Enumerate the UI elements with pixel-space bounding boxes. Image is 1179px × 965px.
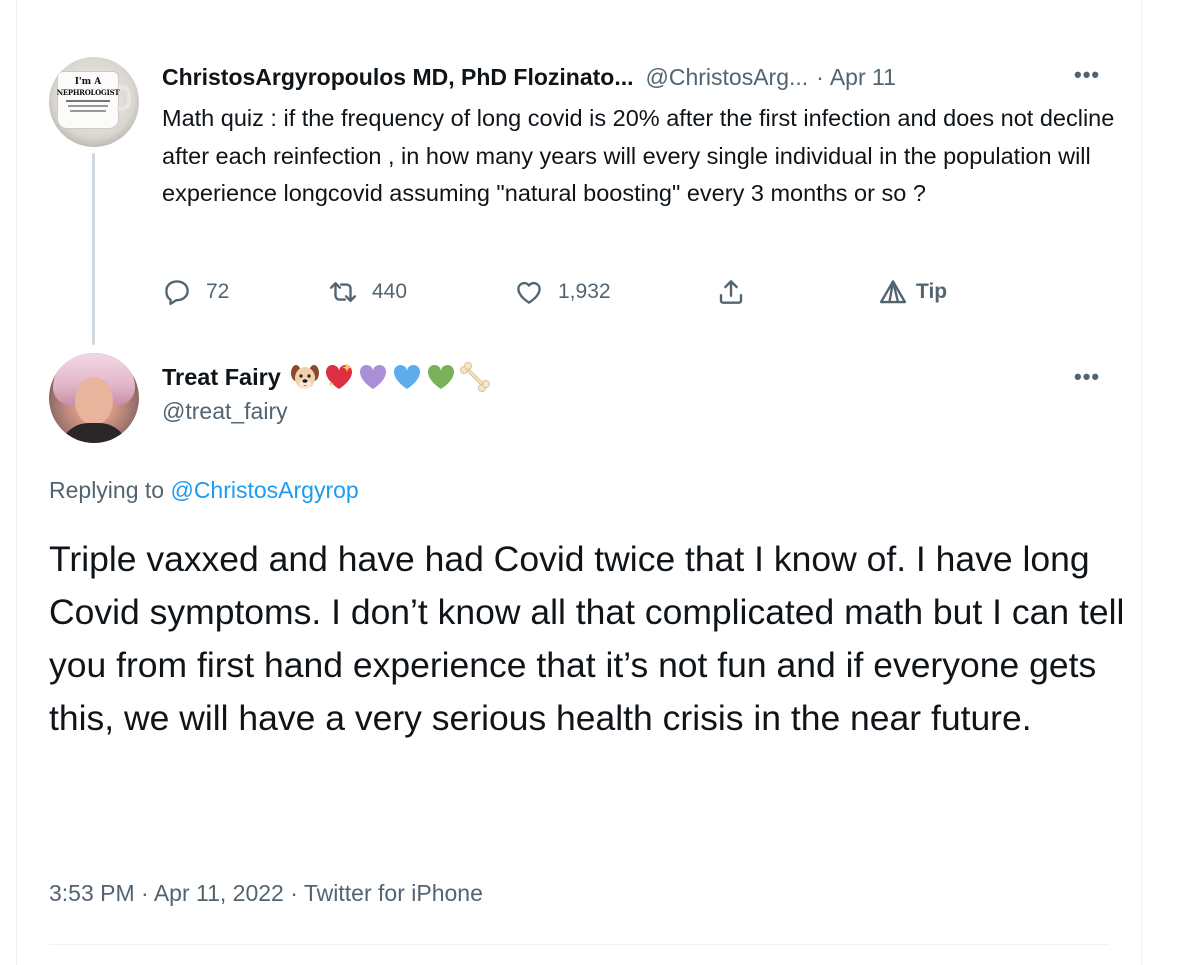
parent-tweet-header: ChristosArgyropoulos MD, PhD Flozinato..… — [162, 60, 896, 94]
heart-icon — [517, 281, 541, 304]
replying-to-mention[interactable]: @ChristosArgyrop — [170, 477, 358, 503]
retweet-button[interactable]: 440 — [328, 274, 407, 310]
tweet-source[interactable]: Twitter for iPhone — [304, 880, 483, 906]
name-emojis — [289, 361, 491, 393]
retweet-count: 440 — [372, 280, 408, 303]
reply-author-handle[interactable]: @treat_fairy — [162, 398, 288, 425]
bone-icon — [459, 362, 490, 392]
tweet-date[interactable]: Apr 11, 2022 — [154, 880, 284, 906]
header-separator: · — [816, 63, 824, 90]
like-button[interactable]: 1,932 — [514, 274, 611, 310]
meta-separator: · — [290, 880, 298, 906]
reply-button[interactable]: 72 — [162, 274, 229, 310]
replying-to-prefix: Replying to — [49, 477, 165, 503]
like-count: 1,932 — [558, 280, 611, 303]
parent-tweet-date[interactable]: Apr 11 — [830, 64, 896, 91]
reply-avatar[interactable] — [49, 353, 139, 443]
thread-connector-line — [92, 153, 95, 345]
meta-separator: · — [141, 880, 149, 906]
parent-tweet-text: Math quiz : if the frequency of long cov… — [162, 105, 1115, 206]
tweet-metadata: 3:53 PM · Apr 11, 2022 · Twitter for iPh… — [49, 880, 483, 907]
tweet-time[interactable]: 3:53 PM — [49, 880, 135, 906]
column-border-left — [16, 0, 17, 965]
mug-text-line-2: NEPHROLOGIST — [56, 88, 120, 97]
sparkling-heart-icon — [325, 363, 352, 389]
reply-author-name[interactable]: Treat Fairy — [162, 364, 281, 391]
share-button[interactable] — [716, 274, 746, 310]
share-icon — [719, 280, 743, 304]
tweet-thread: I'm A NEPHROLOGIST ChristosArgyropoulos … — [0, 0, 1179, 965]
purple-heart-icon — [359, 364, 386, 389]
more-horizontal-icon[interactable]: ••• — [1074, 364, 1100, 390]
blue-heart-icon — [393, 364, 420, 389]
replying-to-line: Replying to @ChristosArgyrop — [49, 477, 359, 504]
parent-author-handle[interactable]: @ChristosArg... — [646, 64, 809, 91]
mug-image: I'm A NEPHROLOGIST — [56, 71, 120, 129]
tip-label: Tip — [916, 280, 948, 303]
green-heart-icon — [427, 364, 454, 389]
reply-tweet-text: Triple vaxxed and have had Covid twice t… — [49, 539, 1125, 738]
reply-count: 72 — [206, 280, 230, 303]
parent-author-name[interactable]: ChristosArgyropoulos MD, PhD Flozinato..… — [162, 64, 634, 91]
parent-tweet-actions: 72 440 1,932 Tip — [162, 274, 982, 310]
tip-button[interactable]: Tip — [878, 274, 947, 310]
mug-text-line-1: I'm A — [74, 77, 102, 87]
parent-avatar[interactable]: I'm A NEPHROLOGIST — [49, 57, 139, 147]
reply-author-row: Treat Fairy — [162, 360, 491, 394]
reply-icon — [165, 280, 189, 306]
divider — [49, 944, 1109, 945]
retweet-icon — [329, 282, 357, 302]
column-border-right — [1141, 0, 1142, 965]
dog-face-icon — [290, 365, 319, 389]
more-horizontal-icon[interactable]: ••• — [1074, 62, 1100, 88]
tip-triangle-icon — [879, 280, 907, 304]
